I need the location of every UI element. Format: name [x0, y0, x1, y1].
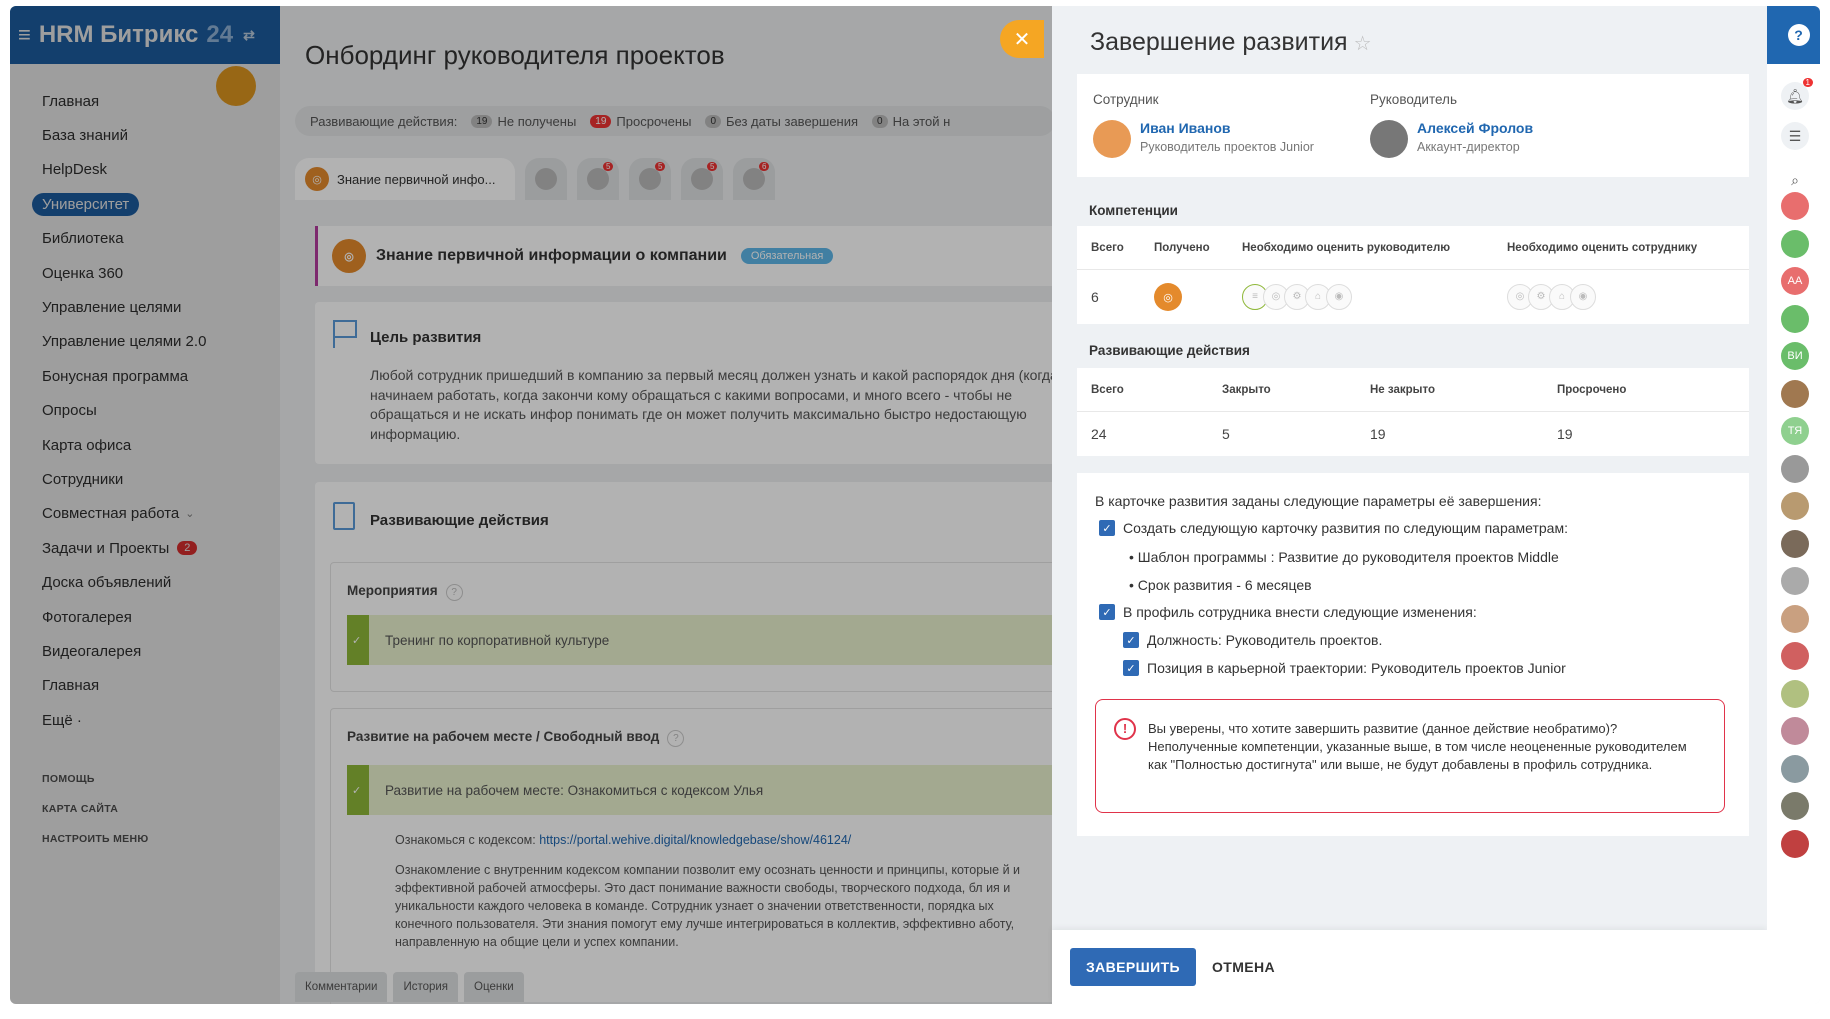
- competences-total: 6: [1091, 289, 1099, 305]
- table-cell: 5: [1222, 426, 1230, 442]
- avatar[interactable]: [1781, 454, 1809, 483]
- column-header: Всего: [1091, 384, 1124, 396]
- avatar[interactable]: [1781, 379, 1809, 408]
- avatar[interactable]: [1781, 604, 1809, 633]
- checkbox-label: Должность: Руководитель проектов.: [1147, 632, 1383, 648]
- chat-icon[interactable]: ☰: [1781, 122, 1809, 150]
- column-header: Всего: [1091, 242, 1124, 254]
- warning-text: Вы уверены, что хотите завершить развити…: [1148, 721, 1687, 772]
- employee-position: Руководитель проектов Junior: [1140, 140, 1314, 154]
- close-icon: ✕: [1013, 28, 1031, 51]
- table-cell: 24: [1091, 426, 1107, 442]
- cancel-button[interactable]: ОТМЕНА: [1212, 948, 1275, 986]
- competences-title: Компетенции: [1089, 203, 1178, 218]
- avatar[interactable]: [1781, 829, 1809, 858]
- checkbox-label: В профиль сотрудника внести следующие из…: [1123, 604, 1477, 620]
- column-header: Закрыто: [1222, 384, 1271, 396]
- app-window: ≡ HRM Битрикс 24 ⇄ Главная База знаний Hel…: [10, 6, 1820, 1004]
- people-box: Сотрудник Иван Иванов Руководитель проек…: [1077, 74, 1749, 177]
- param-bullet: • Шаблон программы : Развитие до руковод…: [1129, 549, 1559, 565]
- table-row: 24 5 19 19: [1077, 412, 1749, 456]
- right-rail: ? 🔔︎ 1 ☰ ⌕ АА ВИ ТЯ: [1767, 6, 1820, 1004]
- close-slider-button[interactable]: ✕: [1000, 20, 1044, 58]
- column-header: Просрочено: [1557, 384, 1627, 396]
- actions-table: Всего Закрыто Не закрыто Просрочено 24 5…: [1077, 368, 1749, 456]
- profile-changes-checkbox[interactable]: ✓ В профиль сотрудника внести следующие и…: [1099, 604, 1477, 620]
- avatar[interactable]: [1781, 642, 1809, 670]
- avatar[interactable]: [1370, 120, 1408, 158]
- avatar[interactable]: [1781, 304, 1809, 333]
- checkbox-icon: ✓: [1099, 604, 1115, 620]
- params-intro: В карточке развития заданы следующие пар…: [1095, 493, 1542, 509]
- avatar[interactable]: [1781, 192, 1809, 220]
- finish-development-slider: Завершение развития ☆ Сотрудник Иван Иван…: [1052, 6, 1767, 1004]
- question-icon: ?: [1787, 24, 1810, 46]
- warning-icon: !: [1114, 718, 1136, 740]
- table-cell: 19: [1370, 426, 1386, 442]
- column-header: Необходимо оценить руководителю: [1242, 242, 1451, 254]
- notification-badge: 1: [1802, 78, 1813, 87]
- position-checkbox[interactable]: ✓ Должность: Руководитель проектов.: [1123, 632, 1382, 648]
- table-cell: 19: [1557, 426, 1573, 442]
- column-header: Не закрыто: [1370, 384, 1435, 396]
- checkbox-label: Позиция в карьерной траектории: Руководи…: [1147, 660, 1566, 676]
- table-row: 6 ◎ ≡ ◎ ⚙ ⌂ ◉ ◎ ⚙ ⌂ ◉: [1077, 270, 1749, 324]
- checkbox-icon: ✓: [1123, 660, 1139, 676]
- slider-title-text: Завершение развития: [1090, 28, 1348, 56]
- actions-section-title: Развивающие действия: [1089, 343, 1250, 358]
- target-icon[interactable]: ◉: [1570, 284, 1596, 310]
- target-icon[interactable]: ◉: [1326, 284, 1352, 310]
- warning-box: ! Вы уверены, что хотите завершить разви…: [1095, 699, 1725, 813]
- avatar[interactable]: [1781, 717, 1809, 745]
- employee-eval-cell: ◎ ⚙ ⌂ ◉: [1507, 270, 1596, 324]
- manager-eval-cell: ≡ ◎ ⚙ ⌂ ◉: [1242, 270, 1352, 324]
- avatar[interactable]: [1781, 792, 1809, 820]
- bullet-text: Срок развития - 6 месяцев: [1137, 577, 1312, 593]
- params-box: В карточке развития заданы следующие пар…: [1077, 473, 1749, 836]
- help-button[interactable]: ?: [1767, 6, 1820, 64]
- avatar[interactable]: [1781, 529, 1809, 558]
- competences-table: Всего Получено Необходимо оценить руково…: [1077, 226, 1749, 324]
- avatar[interactable]: [1093, 120, 1131, 158]
- employee: Сотрудник Иван Иванов Руководитель проек…: [1093, 92, 1314, 158]
- manager-position: Аккаунт-директор: [1417, 140, 1520, 154]
- avatar[interactable]: ТЯ: [1781, 417, 1809, 445]
- bell-icon[interactable]: 🔔︎ 1: [1781, 78, 1813, 110]
- star-icon[interactable]: ☆: [1354, 33, 1372, 55]
- param-bullet: • Срок развития - 6 месяцев: [1129, 577, 1312, 593]
- avatar[interactable]: ВИ: [1781, 342, 1809, 370]
- bullet-text: Шаблон программы : Развитие до руководит…: [1137, 549, 1559, 565]
- avatar[interactable]: [1781, 492, 1809, 520]
- checkbox-icon: ✓: [1123, 632, 1139, 648]
- column-header: Получено: [1154, 242, 1210, 254]
- table-header: Всего Получено Необходимо оценить руково…: [1077, 226, 1749, 270]
- checkbox-icon: ✓: [1099, 520, 1115, 536]
- received-cell: ◎: [1154, 270, 1190, 324]
- manager: Руководитель Алексей Фролов Аккаунт-дире…: [1370, 92, 1533, 158]
- avatar[interactable]: [1781, 679, 1809, 708]
- slider-footer: ЗАВЕРШИТЬ ОТМЕНА: [1052, 930, 1767, 1004]
- finish-button[interactable]: ЗАВЕРШИТЬ: [1070, 948, 1196, 986]
- career-position-checkbox[interactable]: ✓ Позиция в карьерной траектории: Руковод…: [1123, 660, 1566, 676]
- slider-title: Завершение развития ☆: [1090, 28, 1372, 57]
- create-next-card-checkbox[interactable]: ✓ Создать следующую карточку развития по …: [1099, 520, 1568, 536]
- avatar[interactable]: [1781, 754, 1809, 783]
- card-dim-overlay: [280, 6, 1060, 1004]
- manager-role: Руководитель: [1370, 92, 1457, 107]
- avatar[interactable]: АА: [1781, 267, 1809, 295]
- search-icon[interactable]: ⌕: [1781, 166, 1809, 194]
- employee-role: Сотрудник: [1093, 92, 1159, 107]
- avatar[interactable]: [1781, 567, 1809, 595]
- competence-icon[interactable]: ◎: [1154, 283, 1182, 311]
- table-header: Всего Закрыто Не закрыто Просрочено: [1077, 368, 1749, 412]
- checkbox-label: Создать следующую карточку развития по с…: [1123, 520, 1568, 536]
- employee-name[interactable]: Иван Иванов: [1140, 120, 1231, 136]
- column-header: Необходимо оценить сотруднику: [1507, 242, 1698, 254]
- development-card: Онбординг руководителя проектов Развиваю…: [280, 6, 1060, 1004]
- avatar[interactable]: [1781, 229, 1809, 258]
- manager-name[interactable]: Алексей Фролов: [1417, 120, 1533, 136]
